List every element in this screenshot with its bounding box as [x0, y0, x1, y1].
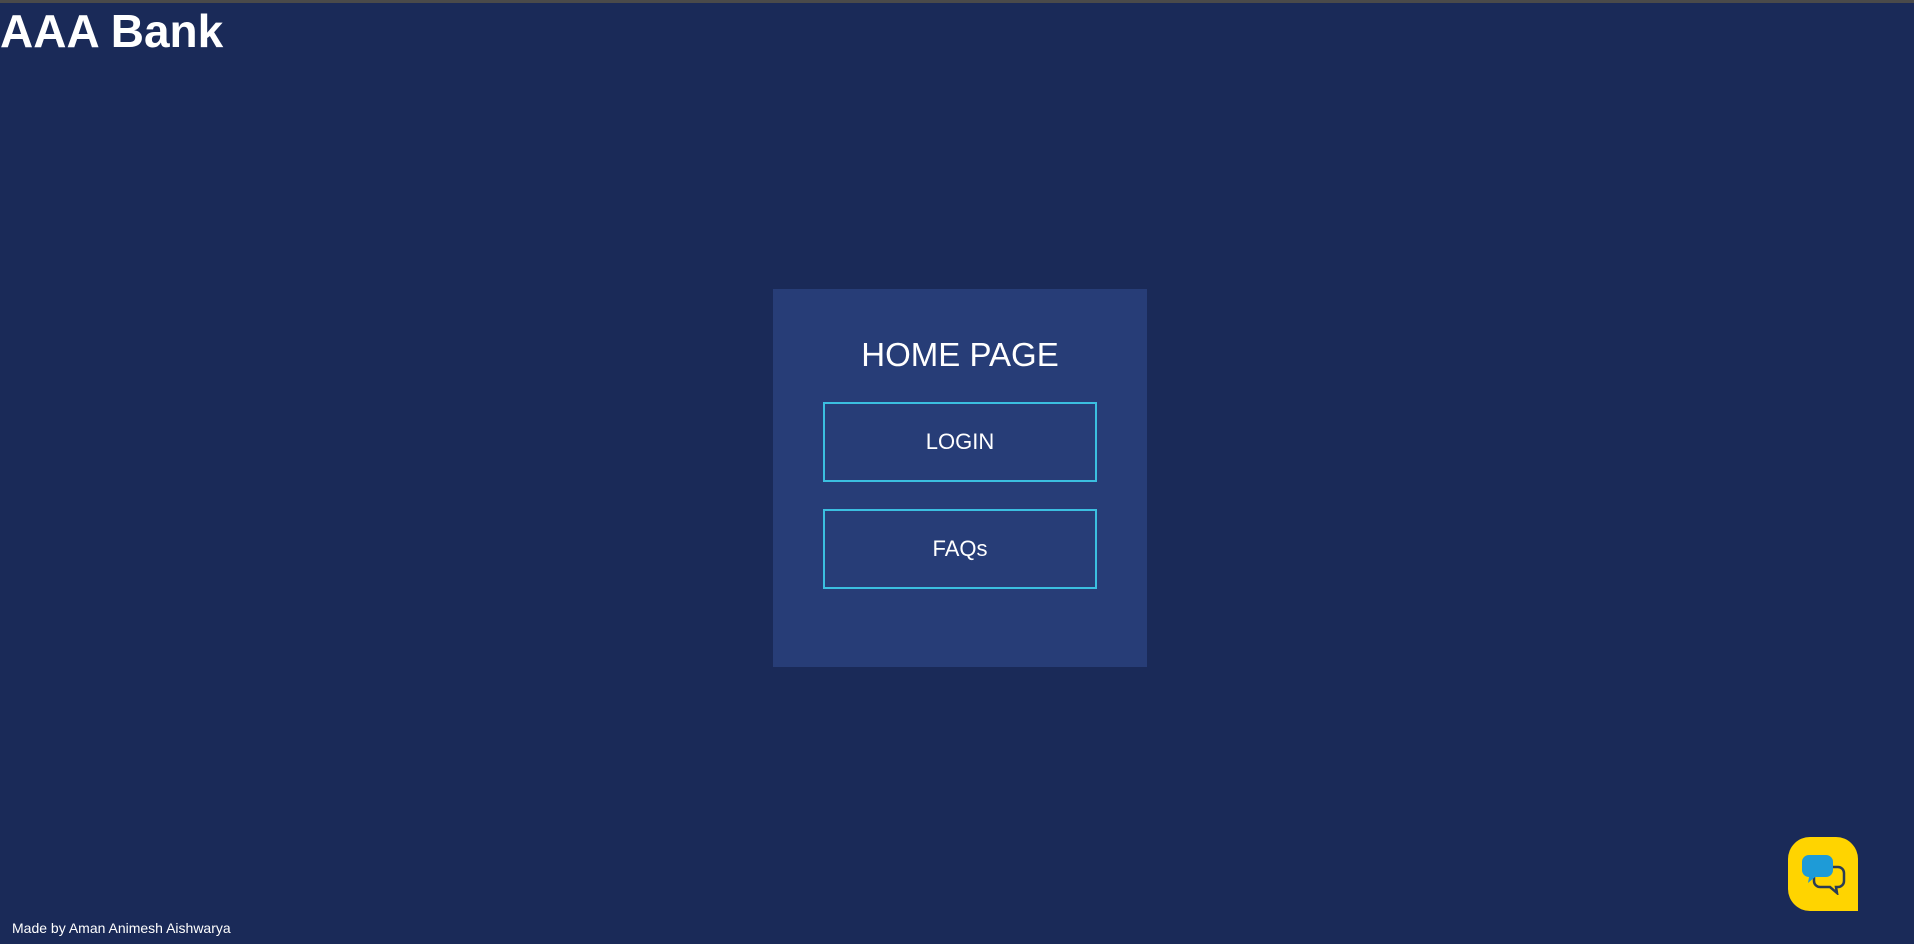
chat-bubbles-icon [1800, 853, 1846, 895]
brand-title: AAA Bank [0, 5, 224, 57]
faqs-button[interactable]: FAQs [823, 509, 1097, 589]
home-card: HOME PAGE LOGIN FAQs [773, 289, 1147, 667]
page: AAA Bank HOME PAGE LOGIN FAQs Made by Am… [0, 0, 1914, 944]
page-title: HOME PAGE [861, 336, 1059, 373]
chat-widget-button[interactable] [1788, 837, 1858, 911]
login-button[interactable]: LOGIN [823, 402, 1097, 482]
footer-credit: Made by Aman Animesh Aishwarya [12, 920, 231, 936]
